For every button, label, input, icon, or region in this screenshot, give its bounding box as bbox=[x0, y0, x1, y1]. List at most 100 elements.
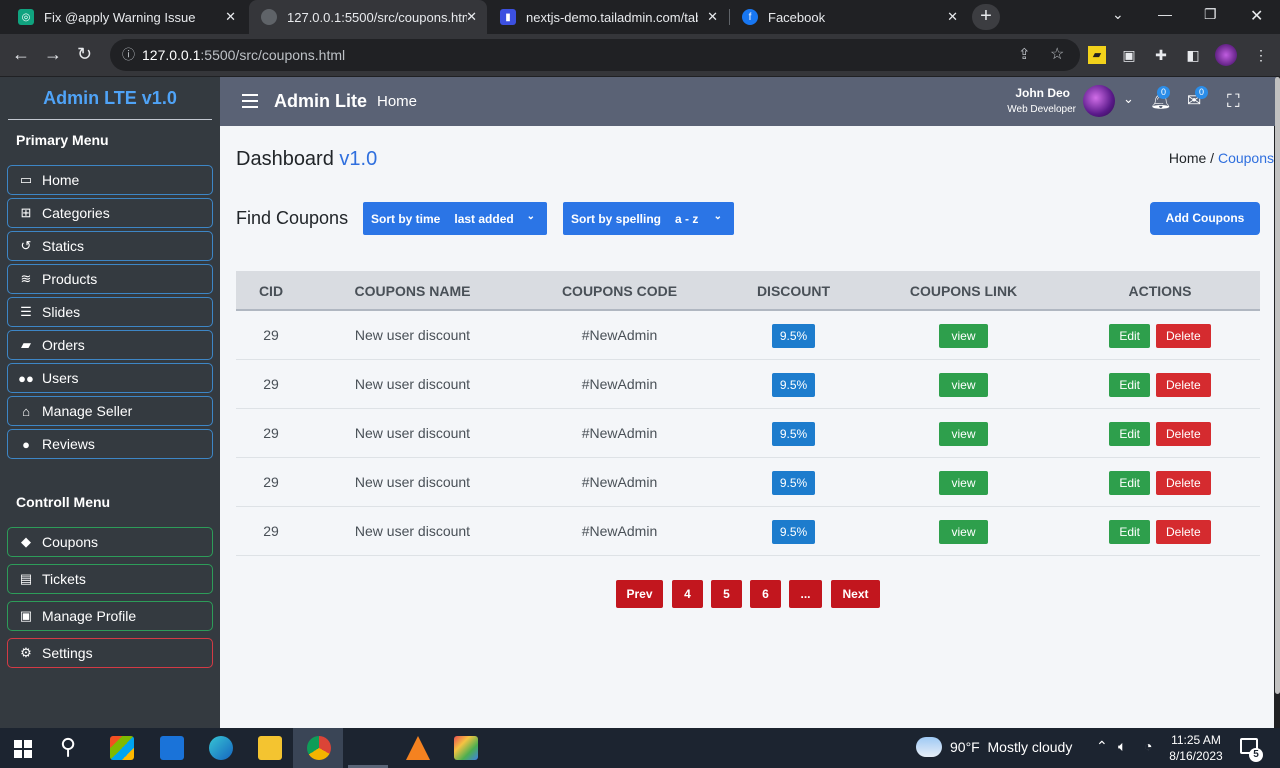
sidebar-item-tickets[interactable]: ▤ Tickets bbox=[7, 564, 213, 594]
cell-coupon-link: view bbox=[896, 507, 1031, 555]
close-tab-icon[interactable]: ✕ bbox=[466, 9, 477, 25]
sidebar-item-reviews[interactable]: ● Reviews bbox=[7, 429, 213, 459]
cell-coupon-code: #NewAdmin bbox=[581, 327, 658, 343]
tab-search-icon[interactable]: ⌄ bbox=[1112, 6, 1124, 23]
cell-discount: 9.5% bbox=[736, 409, 851, 457]
view-button[interactable]: view bbox=[939, 373, 988, 398]
sidebar-item-products[interactable]: ≋ Products bbox=[7, 264, 213, 294]
url-input[interactable]: ⓘ 127.0.0.1:5500/src/coupons.html ⇪ ☆ bbox=[110, 39, 1080, 71]
new-tab-button[interactable]: + bbox=[972, 4, 1000, 30]
extensions-puzzle-icon[interactable]: ✚ bbox=[1152, 46, 1170, 64]
reload-icon[interactable]: ↻ bbox=[77, 44, 92, 64]
discount-badge: 9.5% bbox=[771, 520, 816, 545]
site-info-icon[interactable]: ⓘ bbox=[122, 39, 135, 71]
speaker-icon[interactable]: 🔈︎ bbox=[1118, 738, 1126, 755]
extension-icon[interactable]: ▰ bbox=[1088, 46, 1106, 64]
app-icon[interactable] bbox=[454, 736, 478, 760]
page-button[interactable]: 4 bbox=[672, 580, 703, 608]
sort-by-spelling-select[interactable]: Sort by spelling a - z ⌄ bbox=[563, 202, 734, 235]
sidebar-item-statics[interactable]: ↺ Statics bbox=[7, 231, 213, 261]
user-avatar[interactable] bbox=[1083, 85, 1115, 117]
bookmark-star-icon[interactable]: ☆ bbox=[1050, 39, 1064, 71]
cell-discount: 9.5% bbox=[736, 311, 851, 359]
cell-discount: 9.5% bbox=[736, 360, 851, 408]
chevron-up-icon[interactable]: ⌃ bbox=[1096, 738, 1108, 755]
forward-icon[interactable]: → bbox=[44, 44, 62, 64]
browser-menu-icon[interactable]: ⋮ bbox=[1252, 46, 1270, 64]
side-panel-icon[interactable]: ◧ bbox=[1184, 46, 1202, 64]
back-icon[interactable]: ← bbox=[12, 44, 30, 64]
clock[interactable]: 11:25 AM 8/16/2023 bbox=[1166, 732, 1226, 764]
nav-home-link[interactable]: Home bbox=[377, 93, 417, 110]
delete-button[interactable]: Delete bbox=[1156, 520, 1211, 545]
view-button[interactable]: view bbox=[939, 324, 988, 349]
view-button[interactable]: view bbox=[939, 422, 988, 447]
close-tab-icon[interactable]: ✕ bbox=[225, 9, 236, 25]
vlc-icon[interactable] bbox=[406, 736, 430, 760]
minimize-icon[interactable]: — bbox=[1158, 6, 1172, 22]
chevron-down-icon[interactable]: ⌄ bbox=[1123, 91, 1134, 107]
weather-widget[interactable]: 90°F Mostly cloudy bbox=[950, 739, 1072, 755]
mail-app-icon[interactable] bbox=[160, 736, 184, 760]
edit-button[interactable]: Edit bbox=[1109, 422, 1150, 447]
screen-capture-icon[interactable]: ▣ bbox=[1120, 46, 1138, 64]
sidebar-item-manage-profile[interactable]: ▣ Manage Profile bbox=[7, 601, 213, 631]
browser-tab[interactable]: f Facebook ✕ bbox=[730, 0, 968, 34]
sidebar-item-slides[interactable]: ☰ Slides bbox=[7, 297, 213, 327]
search-icon[interactable]: ⚲ bbox=[60, 734, 76, 760]
view-button[interactable]: view bbox=[939, 471, 988, 496]
file-explorer-icon[interactable] bbox=[258, 736, 282, 760]
edit-button[interactable]: Edit bbox=[1109, 471, 1150, 496]
browser-tab-active[interactable]: 127.0.0.1:5500/src/coupons.html ✕ bbox=[249, 0, 487, 34]
user-role: Web Developer bbox=[1007, 104, 1076, 115]
sort-by-time-select[interactable]: Sort by time last added ⌄ bbox=[363, 202, 547, 235]
sidebar-item-manage-seller[interactable]: ⌂ Manage Seller bbox=[7, 396, 213, 426]
breadcrumb-home[interactable]: Home bbox=[1169, 150, 1206, 166]
restore-icon[interactable]: ❐ bbox=[1204, 6, 1217, 23]
add-coupons-button[interactable]: Add Coupons bbox=[1150, 202, 1260, 235]
delete-button[interactable]: Delete bbox=[1156, 471, 1211, 496]
close-window-icon[interactable]: ✕ bbox=[1250, 6, 1263, 26]
sidebar-item-categories[interactable]: ⊞ Categories bbox=[7, 198, 213, 228]
column-header: COUPONS NAME bbox=[354, 283, 471, 299]
brand-title[interactable]: Admin LTE v1.0 bbox=[0, 77, 220, 121]
discount-badge: 9.5% bbox=[771, 373, 816, 398]
wifi-icon[interactable]: ◔ bbox=[1144, 738, 1152, 754]
browser-tab[interactable]: ▮ nextjs-demo.tailadmin.com/table ✕ bbox=[488, 0, 728, 34]
edit-button[interactable]: Edit bbox=[1109, 520, 1150, 545]
prev-page-button[interactable]: Prev bbox=[616, 580, 663, 608]
view-button[interactable]: view bbox=[939, 520, 988, 545]
delete-button[interactable]: Delete bbox=[1156, 324, 1211, 349]
breadcrumb: Home / Coupons bbox=[1168, 150, 1274, 166]
browser-tab[interactable]: ◎ Fix @apply Warning Issue ✕ bbox=[6, 0, 246, 34]
page-scrollbar[interactable] bbox=[1275, 77, 1280, 694]
delete-button[interactable]: Delete bbox=[1156, 373, 1211, 398]
page-button[interactable]: 6 bbox=[750, 580, 781, 608]
cell-actions: Edit Delete bbox=[1096, 409, 1224, 457]
users-icon: ●● bbox=[18, 370, 34, 386]
delete-button[interactable]: Delete bbox=[1156, 422, 1211, 447]
page-ellipsis-button[interactable]: ... bbox=[789, 580, 822, 608]
close-tab-icon[interactable]: ✕ bbox=[707, 9, 718, 25]
sidebar-item-orders[interactable]: ▰ Orders bbox=[7, 330, 213, 360]
hamburger-menu-icon[interactable] bbox=[242, 94, 258, 108]
windows-start-icon[interactable] bbox=[14, 740, 32, 758]
table-body: 29 New user discount #NewAdmin 9.5% view Edit… bbox=[236, 311, 1260, 556]
share-icon[interactable]: ⇪ bbox=[1018, 39, 1031, 71]
page-button[interactable]: 5 bbox=[711, 580, 742, 608]
sidebar-item-coupons[interactable]: ◆ Coupons bbox=[7, 527, 213, 557]
sidebar-item-users[interactable]: ●● Users bbox=[7, 363, 213, 393]
edit-button[interactable]: Edit bbox=[1109, 373, 1150, 398]
edge-icon[interactable] bbox=[209, 736, 233, 760]
edit-button[interactable]: Edit bbox=[1109, 324, 1150, 349]
sidebar-item-settings[interactable]: ⚙ Settings bbox=[7, 638, 213, 668]
profile-avatar[interactable] bbox=[1215, 44, 1237, 66]
fullscreen-icon[interactable]: ⛶ bbox=[1227, 91, 1240, 112]
chrome-icon[interactable] bbox=[307, 736, 331, 760]
sidebar-item-home[interactable]: ▭ Home bbox=[7, 165, 213, 195]
chevron-down-icon: ⌄ bbox=[526, 211, 535, 222]
store-app-icon[interactable] bbox=[110, 736, 134, 760]
store-icon: ⌂ bbox=[22, 403, 30, 419]
close-tab-icon[interactable]: ✕ bbox=[947, 9, 958, 25]
next-page-button[interactable]: Next bbox=[831, 580, 880, 608]
